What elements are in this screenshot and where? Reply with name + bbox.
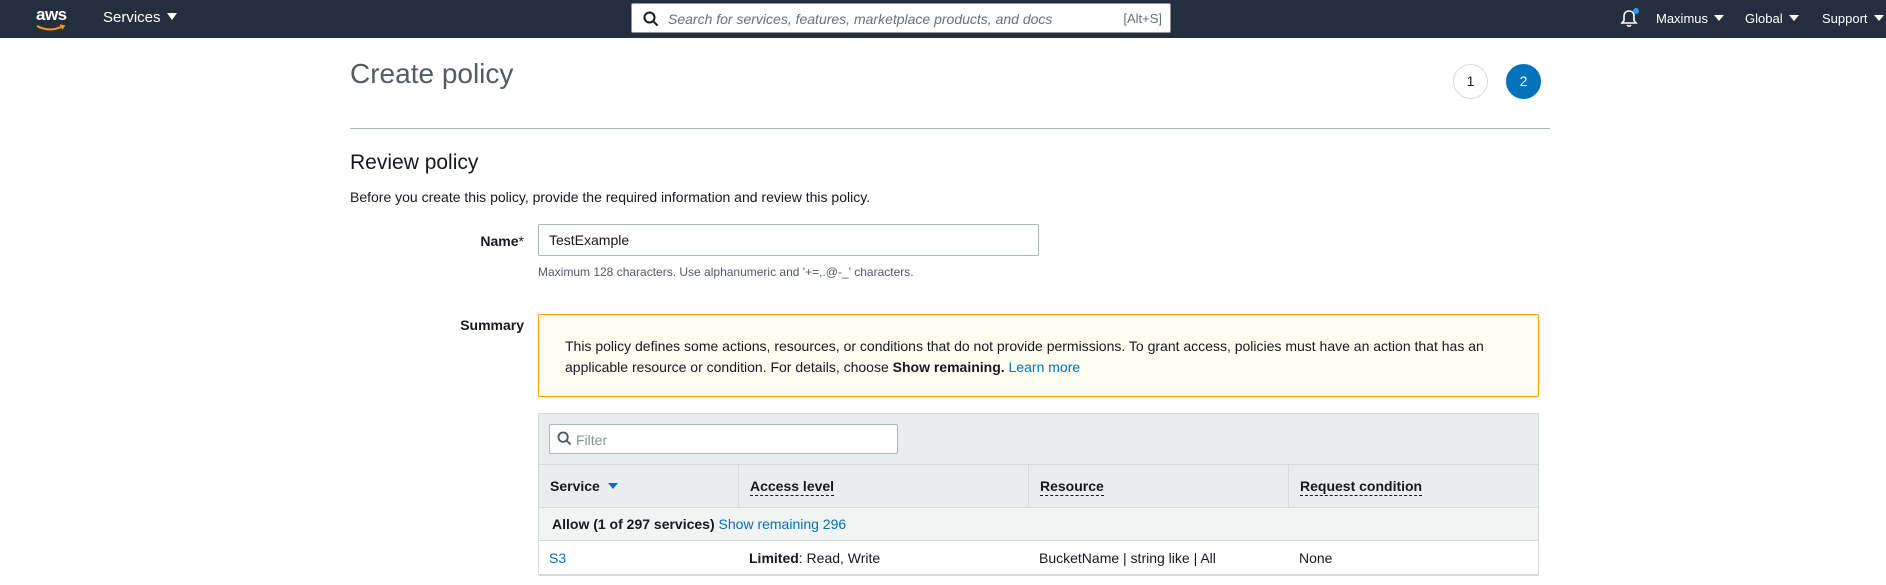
table-row: S3 Limited: Read, Write BucketName | str… — [539, 541, 1538, 575]
condition-cell: None — [1299, 550, 1333, 566]
region-menu[interactable]: Global — [1745, 11, 1799, 26]
wizard-step-2-active[interactable]: 2 — [1506, 64, 1541, 99]
warning-alert: This policy defines some actions, resour… — [538, 314, 1539, 397]
name-hint: Maximum 128 characters. Use alphanumeric… — [538, 265, 914, 279]
support-menu[interactable]: Support — [1822, 11, 1884, 26]
sort-descending-icon — [607, 483, 618, 489]
top-nav-bar: aws Services Search for services, featur… — [0, 0, 1886, 38]
resource-cell: BucketName | string like | All — [1039, 550, 1216, 566]
alert-bold-text: Show remaining. — [892, 359, 1005, 375]
search-icon — [643, 11, 659, 27]
alert-text: This policy defines some actions, resour… — [565, 336, 1515, 378]
page-title: Create policy — [350, 58, 514, 89]
column-header-request-condition[interactable]: Request condition — [1289, 465, 1538, 508]
allow-group-row: Allow (1 of 297 services) Show remaining… — [539, 508, 1538, 541]
wizard-step-1[interactable]: 1 — [1453, 64, 1488, 99]
section-title: Review policy — [350, 151, 479, 174]
learn-more-link[interactable]: Learn more — [1009, 359, 1081, 375]
intro-text: Before you create this policy, provide t… — [350, 189, 871, 205]
access-level-bold: Limited — [749, 550, 799, 566]
user-menu[interactable]: Maximus — [1656, 11, 1725, 26]
policy-summary-table: Filter Service Access level Resource Req… — [538, 413, 1539, 576]
show-remaining-link[interactable]: Show remaining 296 — [719, 516, 847, 532]
search-placeholder: Search for services, features, marketpla… — [668, 11, 1053, 27]
policy-name-input[interactable] — [538, 224, 1039, 256]
table-toolbar: Filter — [539, 414, 1538, 465]
region-label: Global — [1745, 11, 1783, 26]
column-header-label: Resource — [1040, 478, 1104, 496]
access-level-cell: Limited: Read, Write — [749, 550, 880, 566]
aws-logo[interactable]: aws — [34, 5, 72, 33]
search-shortcut-hint: [Alt+S] — [1123, 11, 1162, 26]
name-label-text: Name — [480, 233, 519, 249]
filter-input[interactable]: Filter — [549, 424, 898, 454]
group-label: Allow (1 of 297 services) — [552, 516, 715, 532]
service-link[interactable]: S3 — [549, 550, 566, 566]
notification-dot — [1633, 8, 1639, 14]
name-label: Name* — [440, 233, 524, 249]
column-header-access-level[interactable]: Access level — [739, 465, 1029, 508]
notifications-button[interactable] — [1620, 8, 1639, 33]
required-mark: * — [518, 233, 524, 249]
search-icon — [557, 431, 572, 446]
chevron-down-icon — [1873, 15, 1884, 21]
chevron-down-icon — [1714, 15, 1725, 21]
column-header-label: Access level — [750, 478, 835, 496]
aws-logo-text: aws — [36, 5, 67, 24]
services-menu[interactable]: Services — [103, 9, 177, 26]
summary-label: Summary — [460, 317, 524, 333]
column-header-label: Request condition — [1300, 478, 1423, 496]
row-divider — [539, 575, 1538, 576]
chevron-down-icon — [166, 13, 177, 20]
filter-placeholder: Filter — [576, 432, 608, 448]
chevron-down-icon — [1788, 15, 1799, 21]
support-label: Support — [1822, 11, 1868, 26]
services-label: Services — [103, 9, 161, 26]
column-header-label: Service — [550, 478, 600, 494]
header-divider — [350, 128, 1550, 129]
user-label: Maximus — [1656, 11, 1709, 26]
table-header: Service Access level Resource Request co… — [539, 465, 1538, 508]
access-level-detail: : Read, Write — [798, 550, 881, 566]
aws-smile-icon — [36, 24, 66, 31]
column-header-resource[interactable]: Resource — [1029, 465, 1289, 508]
column-header-service[interactable]: Service — [539, 465, 739, 508]
global-search-input[interactable]: Search for services, features, marketpla… — [631, 3, 1171, 33]
